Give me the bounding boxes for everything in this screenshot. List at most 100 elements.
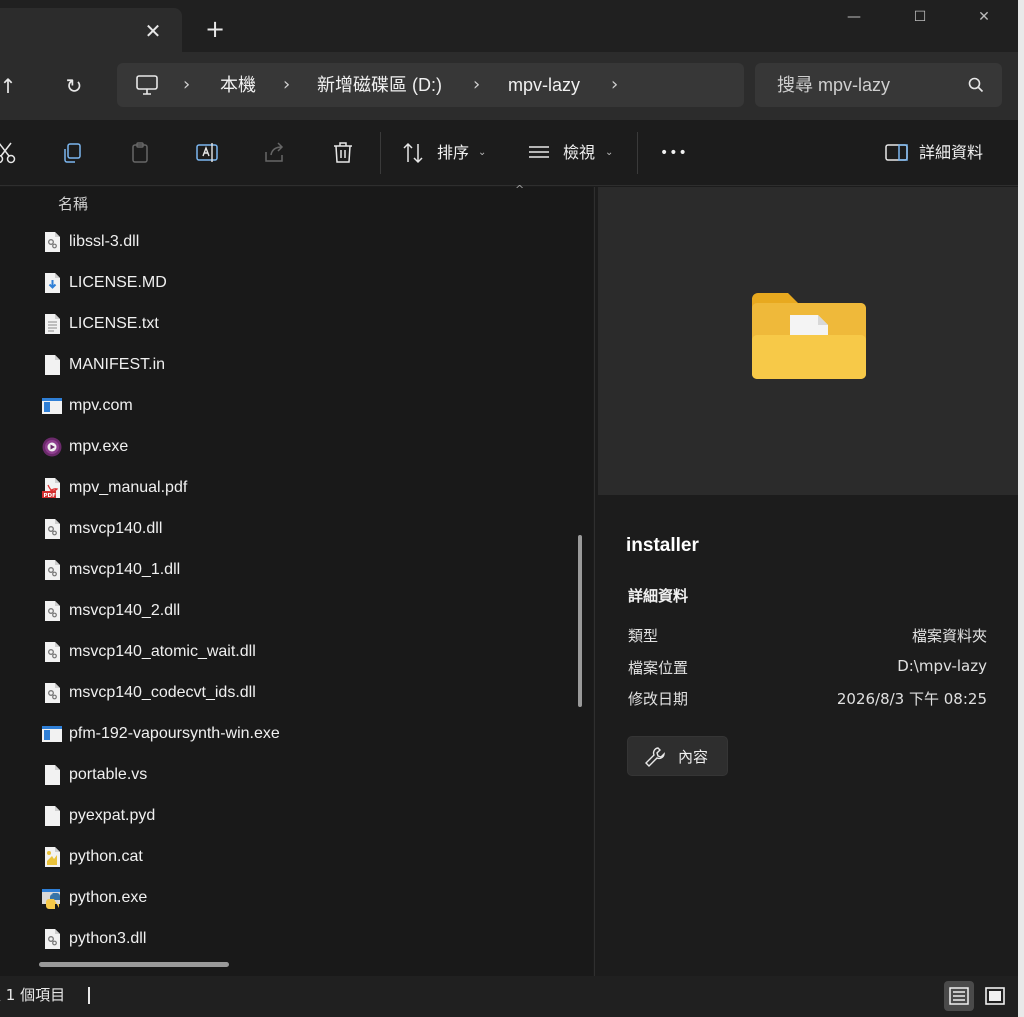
dll-icon	[42, 518, 62, 540]
blank-file-icon	[42, 805, 62, 827]
horizontal-scrollbar[interactable]	[39, 962, 229, 967]
new-tab-button[interactable]: +	[200, 14, 230, 44]
copy-icon[interactable]	[60, 140, 86, 166]
svg-text:PDF: PDF	[44, 493, 57, 499]
file-name: msvcp140_1.dll	[69, 561, 181, 578]
file-row[interactable]: libssl-3.dll	[38, 221, 568, 262]
file-row[interactable]: msvcp140_1.dll	[38, 549, 568, 590]
file-row[interactable]: msvcp140_2.dll	[38, 590, 568, 631]
share-icon[interactable]	[262, 140, 288, 166]
toolbar-separator	[380, 132, 381, 174]
column-header-name[interactable]: 名稱	[58, 187, 88, 221]
file-name: LICENSE.MD	[69, 274, 167, 291]
property-label-type: 類型	[628, 627, 659, 645]
details-section-title: 詳細資料	[628, 587, 689, 605]
dll-icon	[42, 559, 62, 581]
breadcrumb-mpv-lazy[interactable]: mpv-lazy	[508, 63, 580, 107]
sort-icon[interactable]	[400, 140, 426, 166]
file-row[interactable]: MANIFEST.in	[38, 344, 568, 385]
blank-file-icon	[42, 764, 62, 786]
file-name: msvcp140_codecvt_ids.dll	[69, 684, 256, 701]
up-button[interactable]: ↑	[0, 70, 24, 102]
wrench-icon	[645, 747, 665, 767]
mpv-app-icon	[42, 436, 62, 458]
file-row[interactable]: portable.vs	[38, 754, 568, 795]
property-value-location: D:\mpv-lazy	[897, 657, 987, 675]
pdf-file-icon: PDF	[42, 477, 62, 499]
address-row: ↑ ↻ › 本機 › 新增磁碟區 (D:) › mpv-lazy › 搜尋 mp…	[0, 52, 1018, 120]
view-icon[interactable]	[526, 140, 552, 166]
preview-area	[598, 187, 1019, 495]
dll-icon	[42, 682, 62, 704]
dll-icon	[42, 600, 62, 622]
file-name: msvcp140_atomic_wait.dll	[69, 643, 256, 660]
breadcrumb-separator[interactable]: ›	[611, 63, 618, 107]
more-options-button[interactable]: •••	[660, 120, 688, 186]
search-box[interactable]: 搜尋 mpv-lazy	[755, 63, 1002, 107]
details-view-button[interactable]	[944, 981, 974, 1011]
dll-icon	[42, 231, 62, 253]
file-name: pyexpat.pyd	[69, 807, 156, 824]
blank-file-icon	[42, 354, 62, 376]
markdown-file-icon	[42, 272, 62, 294]
computer-icon	[136, 75, 158, 95]
cut-icon[interactable]	[0, 140, 18, 166]
properties-button[interactable]: 內容	[627, 736, 728, 776]
file-row[interactable]: pyexpat.pyd	[38, 795, 568, 836]
rename-icon[interactable]	[195, 140, 221, 166]
file-name: mpv_manual.pdf	[69, 479, 188, 496]
search-input[interactable]: 搜尋 mpv-lazy	[777, 63, 890, 107]
file-name: msvcp140.dll	[69, 520, 163, 537]
active-tab[interactable]: ✕	[0, 8, 182, 52]
file-row[interactable]: python.exe	[38, 877, 568, 918]
sort-ascending-icon: ^	[515, 183, 525, 196]
file-row[interactable]: msvcp140_atomic_wait.dll	[38, 631, 568, 672]
breadcrumb-this-pc[interactable]: 本機	[220, 63, 256, 107]
file-name: msvcp140_2.dll	[69, 602, 181, 619]
file-name: python.exe	[69, 889, 148, 906]
maximize-button[interactable]: ☐	[890, 0, 950, 34]
sort-button[interactable]: 排序	[437, 120, 469, 186]
file-name: portable.vs	[69, 766, 148, 783]
details-pane: installer 詳細資料 類型 檔案資料夾 檔案位置 D:\mpv-lazy…	[594, 187, 1019, 976]
search-icon[interactable]	[966, 75, 986, 95]
property-value-modified: 2026/8/3 下午 08:25	[836, 690, 987, 708]
property-value-type: 檔案資料夾	[911, 627, 987, 645]
tab-close-icon[interactable]: ✕	[140, 18, 166, 44]
file-row[interactable]: mpv.com	[38, 385, 568, 426]
large-icons-view-button[interactable]	[980, 981, 1010, 1011]
status-selection-text: 取 1 個項目	[0, 986, 66, 1004]
file-row[interactable]: pfm-192-vapoursynth-win.exe	[38, 713, 568, 754]
delete-icon[interactable]	[330, 140, 356, 166]
view-button[interactable]: 檢視	[563, 120, 595, 186]
file-row[interactable]: PDF mpv_manual.pdf	[38, 467, 568, 508]
file-row[interactable]: mpv.exe	[38, 426, 568, 467]
file-name: LICENSE.txt	[69, 315, 159, 332]
app-window-icon	[42, 395, 62, 417]
toolbar-separator	[637, 132, 638, 174]
file-row[interactable]: msvcp140_codecvt_ids.dll	[38, 672, 568, 713]
file-row[interactable]: msvcp140.dll	[38, 508, 568, 549]
file-row[interactable]: python.cat	[38, 836, 568, 877]
file-row[interactable]: LICENSE.txt	[38, 303, 568, 344]
paste-icon[interactable]	[128, 140, 154, 166]
details-pane-icon[interactable]	[884, 140, 910, 166]
minimize-button[interactable]: —	[824, 0, 884, 34]
vertical-scrollbar[interactable]	[578, 535, 582, 707]
file-row[interactable]: LICENSE.MD	[38, 262, 568, 303]
refresh-button[interactable]: ↻	[58, 70, 90, 102]
file-list: 名稱 ^ libssl-3.dll LICENSE.MD LICENSE.txt MA…	[0, 183, 593, 976]
file-row[interactable]: python3.dll	[38, 918, 568, 959]
property-label-location: 檔案位置	[628, 659, 689, 677]
dll-icon	[42, 928, 62, 950]
address-bar[interactable]: › 本機 › 新增磁碟區 (D:) › mpv-lazy ›	[117, 63, 744, 107]
breadcrumb-drive-d[interactable]: 新增磁碟區 (D:)	[317, 63, 442, 107]
details-button[interactable]: 詳細資料	[919, 120, 983, 186]
file-name: mpv.exe	[69, 438, 129, 455]
selected-item-title: installer	[626, 535, 699, 556]
close-window-button[interactable]: ✕	[954, 0, 1014, 34]
property-label-modified: 修改日期	[628, 690, 689, 708]
folder-icon	[752, 293, 866, 379]
dll-icon	[42, 641, 62, 663]
file-name: mpv.com	[69, 397, 133, 414]
